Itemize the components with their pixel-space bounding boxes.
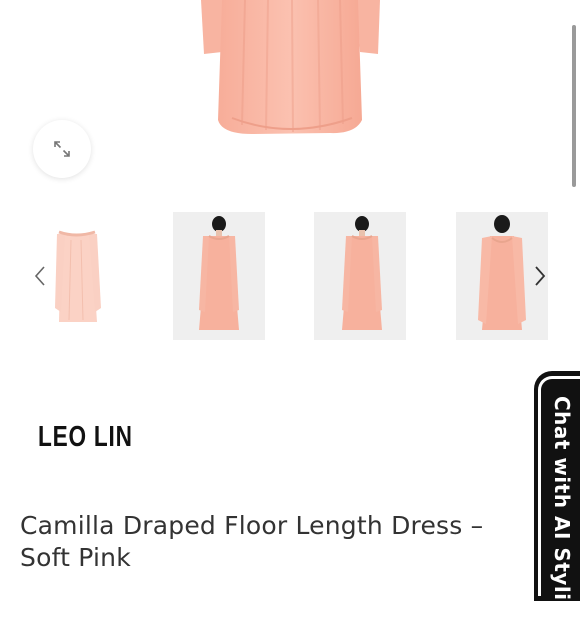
expand-image-button[interactable] bbox=[33, 120, 91, 178]
expand-icon bbox=[54, 141, 70, 157]
product-title: Camilla Draped Floor Length Dress – Soft… bbox=[20, 510, 520, 574]
page-scrollbar[interactable] bbox=[572, 25, 576, 187]
gallery-prev-button[interactable] bbox=[30, 262, 50, 290]
thumbnail-strip bbox=[0, 212, 580, 340]
product-title-line-2: Soft Pink bbox=[20, 543, 131, 572]
product-title-line-1: Camilla Draped Floor Length Dress – bbox=[20, 511, 484, 540]
thumbnail-2[interactable] bbox=[173, 212, 265, 340]
chat-ai-stylist-label[interactable]: Chat with AI Stylist bbox=[550, 396, 574, 623]
thumbnail-3[interactable] bbox=[314, 212, 406, 340]
thumbnail-model-image bbox=[199, 216, 239, 330]
chevron-right-icon bbox=[535, 266, 546, 286]
thumbnail-model-image bbox=[342, 216, 382, 330]
gallery-next-button[interactable] bbox=[530, 262, 550, 290]
brand-name[interactable]: LEO LIN bbox=[38, 421, 133, 454]
chevron-left-icon bbox=[34, 266, 45, 286]
